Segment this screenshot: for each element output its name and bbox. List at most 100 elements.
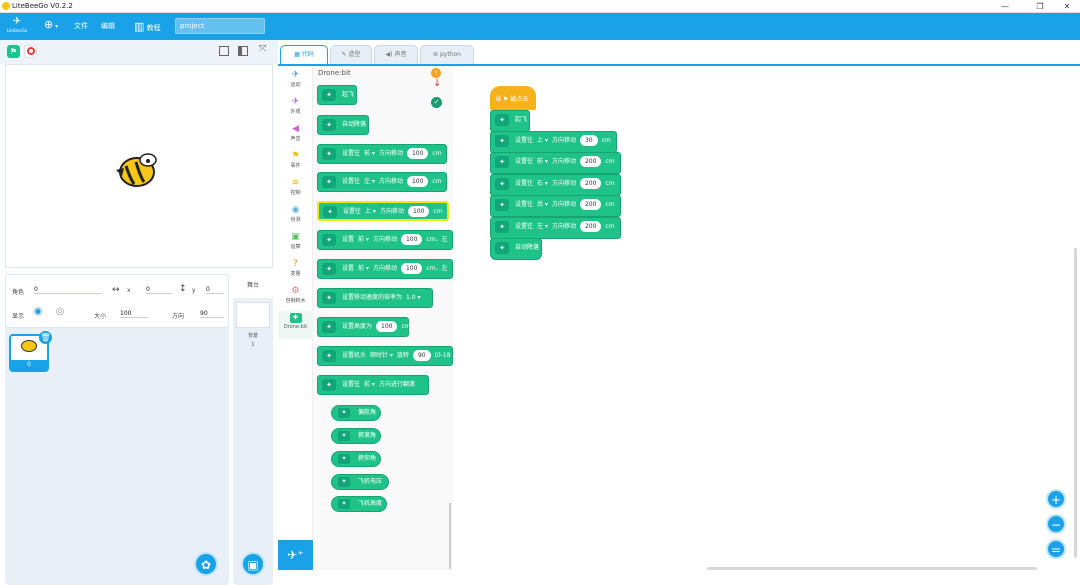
block-dropdown[interactable]: 后 ▾ — [537, 201, 548, 208]
category-looks[interactable]: ✈ 外观 — [278, 95, 313, 123]
menu-tutorial[interactable]: ▥ 教程 — [134, 20, 161, 35]
x-input[interactable]: 0 — [146, 286, 172, 294]
category-events[interactable]: ⚑ 事件 — [278, 149, 313, 177]
menu-edit[interactable]: 编辑 — [101, 20, 115, 33]
tab-sound[interactable]: ◀) 声音 — [374, 45, 418, 64]
block-value-input[interactable]: 100 — [376, 321, 398, 332]
stage-thumbnail[interactable] — [236, 302, 270, 328]
reporter-block[interactable]: ✦ 飞机电压 — [331, 474, 389, 490]
show-eye-icon[interactable]: ◉ — [31, 306, 45, 318]
script-block[interactable]: ✦ 设置往右 ▾ 方向移动 200 cm — [490, 174, 621, 196]
category-operators[interactable]: ▣ 运算 — [278, 230, 313, 258]
block-dropdown[interactable]: 上 ▾ — [537, 137, 548, 144]
category-variables[interactable]: ? 变量 — [278, 257, 313, 285]
minimize-button[interactable]: — — [990, 0, 1020, 13]
block-dropdown[interactable]: 右 ▾ — [537, 180, 548, 187]
category-sensing[interactable]: ◉ 侦测 — [278, 203, 313, 231]
green-flag-icon[interactable]: ⚑ — [7, 45, 20, 58]
stop-button[interactable] — [24, 45, 37, 58]
drone-block-icon: ✦ — [338, 431, 350, 441]
category-motion[interactable]: ✈ 运动 — [278, 68, 313, 96]
script-block[interactable]: ✦ 起飞 — [490, 110, 530, 132]
block-value-input[interactable]: 100 — [406, 148, 429, 159]
block-value-input[interactable]: 30 — [579, 135, 598, 146]
close-button[interactable]: ✕ — [1052, 0, 1080, 13]
app-logo-icon — [2, 2, 10, 10]
palette-block[interactable]: ✦ 设置前 ▾ 方向移动 100 cm、左 — [317, 230, 453, 250]
zoom-out-button[interactable]: − — [1046, 514, 1066, 534]
tab-python[interactable]: ⊛ python — [420, 45, 474, 64]
add-sprite-button[interactable]: ✿ — [194, 552, 218, 576]
palette-block[interactable]: ✦ 设置前 ▾ 方向移动 100 cm、左 — [317, 259, 453, 279]
script-block[interactable]: ✦ 设置往前 ▾ 方向移动 200 cm — [490, 152, 621, 174]
reporter-block[interactable]: ✦ 俯滚角 — [331, 428, 381, 444]
category-sound[interactable]: ◀ 声音 — [278, 122, 313, 150]
block-dropdown[interactable]: 左 ▾ — [364, 178, 375, 185]
block-dropdown[interactable]: 前 ▾ — [537, 158, 548, 165]
script-block[interactable]: ✦ 自动降落 — [490, 238, 542, 260]
size-input[interactable]: 100 — [120, 310, 148, 318]
globe-icon[interactable]: ⊕ ▾ — [44, 18, 58, 33]
tab-costume[interactable]: ✎ 造型 — [330, 45, 372, 64]
menu-file[interactable]: 文件 — [74, 20, 88, 33]
palette-block[interactable]: ✦ 设置往前 ▾ 方向移动 100 cm — [317, 144, 447, 164]
script-block[interactable]: ✦ 设置往上 ▾ 方向移动 30 cm — [490, 131, 617, 153]
block-value-input[interactable]: 200 — [579, 156, 602, 167]
connected-check-icon[interactable]: ✓ — [431, 97, 442, 108]
palette-block[interactable]: ✦ 设置机头 顺时针 ▾ 旋转 90 (0-18 — [317, 346, 453, 366]
block-value-input[interactable]: 200 — [579, 199, 602, 210]
block-value-input[interactable]: 200 — [579, 221, 602, 232]
block-value-input[interactable]: 90 — [412, 350, 431, 361]
category-control[interactable]: ≋ 控制 — [278, 176, 313, 204]
direction-input[interactable]: 90 — [200, 310, 224, 318]
fullscreen-icon[interactable]: ⤧ — [259, 44, 266, 54]
palette-block[interactable]: ✦ 设置往左 ▾ 方向移动 100 cm — [317, 172, 447, 192]
block-dropdown[interactable]: 前 ▾ — [364, 381, 375, 388]
palette-block[interactable]: ✦ 设置高度为 100 cm — [317, 317, 411, 337]
block-dropdown[interactable]: 1.0 ▾ — [406, 294, 420, 301]
category-my-blocks[interactable]: ⚙ 自制积木 — [278, 284, 313, 312]
script-block[interactable]: ✦ 设置往后 ▾ 方向移动 200 cm — [490, 195, 621, 217]
small-stage-icon[interactable] — [219, 46, 229, 56]
script-block[interactable]: ✦ 设置往左 ▾ 方向移动 200 cm — [490, 217, 621, 239]
block-dropdown[interactable]: 前 ▾ — [358, 236, 369, 243]
palette-block[interactable]: ✦ 设置往前 ▾ 方向进行翻滚 — [317, 375, 429, 395]
reporter-block[interactable]: ✦ 偏航角 — [331, 405, 381, 421]
maximize-button[interactable]: ❐ — [1025, 0, 1055, 13]
block-dropdown[interactable]: 前 ▾ — [364, 150, 375, 157]
vertical-scrollbar[interactable] — [1074, 248, 1077, 558]
palette-scrollbar[interactable] — [449, 503, 451, 569]
y-input[interactable]: 0 — [206, 286, 224, 294]
horizontal-scrollbar[interactable] — [707, 567, 1037, 570]
block-dropdown[interactable]: 顺时针 ▾ — [370, 352, 393, 359]
palette-block[interactable]: ✦ 设置往上 ▾ 方向移动 100 cm — [317, 201, 449, 221]
palette-block[interactable]: ✦ 自动降落 — [317, 115, 369, 135]
block-value-input[interactable]: 100 — [400, 263, 423, 274]
bee-sprite[interactable] — [112, 146, 162, 190]
add-backdrop-button[interactable]: ▣ — [241, 552, 265, 576]
project-name-input[interactable]: project — [175, 18, 265, 34]
palette-block[interactable]: ✦ 设置移动速度的倍率为 1.0 ▾ — [317, 288, 433, 308]
block-dropdown[interactable]: 上 ▾ — [365, 208, 376, 215]
block-value-input[interactable]: 200 — [579, 178, 602, 189]
reporter-block[interactable]: ✦ 飞机高度 — [331, 496, 387, 512]
delete-sprite-icon[interactable]: 🗑 — [39, 331, 52, 344]
zoom-reset-button[interactable]: = — [1046, 539, 1066, 559]
warning-icon[interactable]: ! — [431, 68, 441, 78]
reporter-block[interactable]: ✦ 俯仰角 — [331, 451, 381, 467]
block-dropdown[interactable]: 前 ▾ — [358, 265, 369, 272]
category-dronebit[interactable]: ✦ Drone:bit — [278, 311, 313, 339]
role-input[interactable]: 0 — [34, 286, 102, 294]
tab-code[interactable]: ▦ 代码 — [280, 45, 328, 64]
extension-button[interactable]: ✈⁺ — [278, 540, 313, 570]
when-flag-clicked-block[interactable]: 当 ⚑ 被点击 — [490, 86, 536, 110]
block-dropdown[interactable]: 左 ▾ — [537, 223, 548, 230]
zoom-in-button[interactable]: + — [1046, 489, 1066, 509]
block-value-input[interactable]: 100 — [407, 206, 430, 217]
drone-block-icon: ✦ — [322, 119, 336, 131]
block-value-input[interactable]: 100 — [406, 176, 429, 187]
large-stage-icon[interactable] — [238, 46, 248, 56]
hide-eye-icon[interactable]: ◎ — [53, 306, 67, 318]
palette-block[interactable]: ✦ 起飞 — [317, 85, 357, 105]
block-value-input[interactable]: 100 — [400, 234, 423, 245]
